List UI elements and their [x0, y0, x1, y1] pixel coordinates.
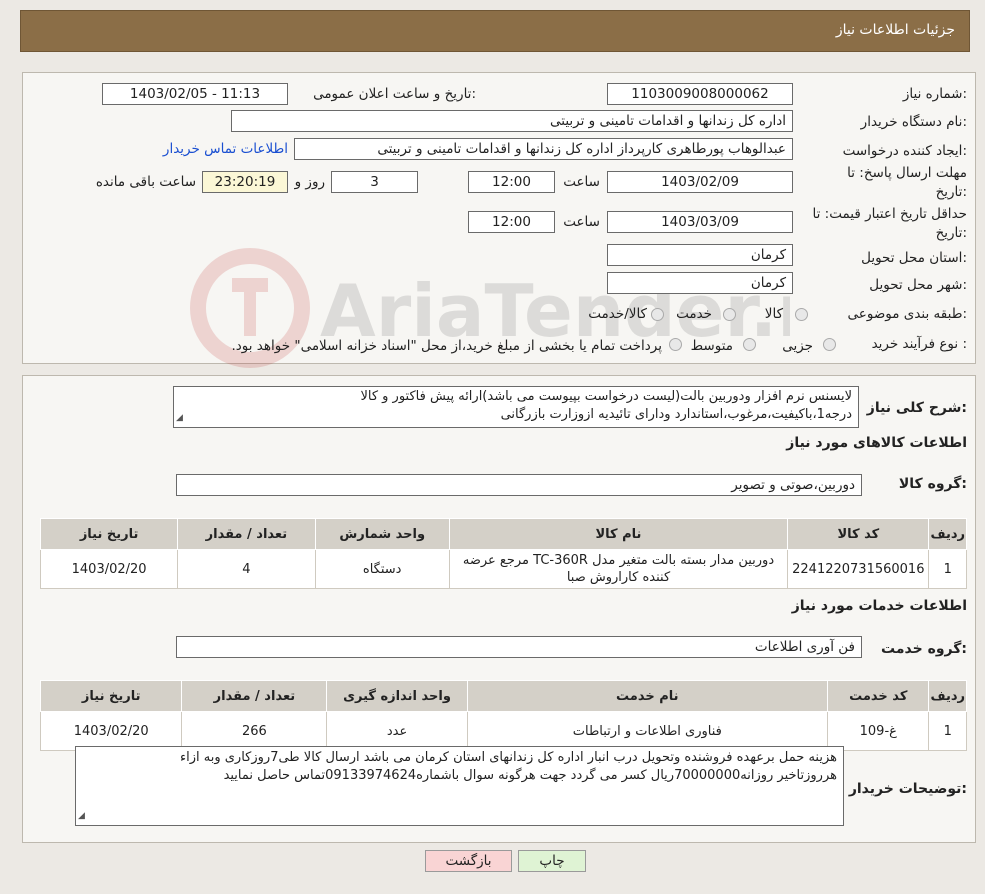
- description-textarea[interactable]: لایسنس نرم افزار ودوربین بالت(لیست درخوا…: [173, 386, 859, 428]
- need-number-label: شماره نیاز:: [902, 86, 967, 102]
- deadline-time-label: ساعت: [563, 174, 600, 190]
- table-row: 1 2241220731560016 دوربین مدار بسته بالت…: [39, 549, 967, 589]
- process-note: پرداخت تمام یا بخشی از مبلغ خرید،از محل …: [231, 338, 662, 354]
- services-cell-date: 1403/02/20: [39, 711, 183, 751]
- city-label: شهر محل تحویل:: [869, 277, 967, 293]
- process-radio-medium[interactable]: [743, 338, 756, 351]
- page-title: جزئیات اطلاعات نیاز: [835, 22, 955, 38]
- goods-cell-date: 1403/02/20: [39, 549, 179, 589]
- goods-group-field: دوربین،صوتی و تصویر: [176, 474, 862, 496]
- need-number-field: 1103009008000062: [607, 83, 793, 105]
- services-col-date: تاریخ نیاز: [39, 680, 183, 712]
- category-label: طبقه بندی موضوعی:: [847, 306, 967, 322]
- description-line-2: درجه1،باکیفیت،مرغوب،استاندارد ودارای تائ…: [500, 407, 852, 422]
- announce-field: 1403/02/05 - 11:13: [102, 83, 288, 105]
- buyer-notes-line-1: هزینه حمل برعهده فروشنده وتحویل درب انبا…: [180, 750, 837, 765]
- buyer-contact-link[interactable]: اطلاعات تماس خریدار: [163, 141, 288, 157]
- deadline-label-date: تاریخ:: [935, 184, 967, 200]
- goods-col-date: تاریخ نیاز: [39, 518, 179, 550]
- goods-col-name: نام کالا: [448, 518, 789, 550]
- services-cell-name: فناوری اطلاعات و ارتباطات: [466, 711, 829, 751]
- services-cell-qty: 266: [181, 711, 328, 751]
- announce-label: تاریخ و ساعت اعلان عمومی:: [313, 86, 476, 102]
- validity-time-field: 12:00: [468, 211, 555, 233]
- province-field: کرمان: [607, 244, 793, 266]
- goods-col-unit: واحد شمارش: [314, 518, 450, 550]
- resize-grip-icon[interactable]: ◢: [78, 807, 85, 825]
- services-col-name: نام خدمت: [466, 680, 829, 712]
- goods-group-label: گروه کالا:: [898, 476, 967, 492]
- process-option-medium: متوسط: [690, 338, 733, 354]
- print-button[interactable]: چاپ: [518, 850, 586, 872]
- goods-section-title: اطلاعات کالاهای مورد نیاز: [786, 435, 967, 451]
- province-label: استان محل تحویل:: [861, 250, 967, 266]
- validity-label-date: تاریخ:: [935, 225, 967, 241]
- category-radio-service[interactable]: [723, 308, 736, 321]
- goods-table: ردیف کد کالا نام کالا واحد شمارش تعداد /…: [39, 518, 967, 589]
- goods-col-qty: تعداد / مقدار: [177, 518, 316, 550]
- resize-grip-icon[interactable]: ◢: [176, 409, 183, 427]
- goods-cell-row: 1: [928, 549, 967, 589]
- buyer-notes-label: توضیحات خریدار:: [848, 781, 967, 797]
- creator-field: عبدالوهاب پورطاهری کارپرداز اداره کل زند…: [294, 138, 793, 160]
- deadline-time-field: 12:00: [468, 171, 555, 193]
- services-group-field: فن آوری اطلاعات: [176, 636, 862, 658]
- creator-label: ایجاد کننده درخواست:: [842, 143, 967, 159]
- remaining-time-field: 23:20:19: [202, 171, 288, 193]
- goods-cell-unit: دستگاه: [314, 549, 450, 589]
- category-option-goods: کالا: [764, 306, 783, 322]
- buyer-notes-textarea[interactable]: هزینه حمل برعهده فروشنده وتحویل درب انبا…: [75, 746, 844, 826]
- buyer-notes-line-2: هرروزتاخیر روزانه70000000ریال کسر می گرد…: [223, 768, 837, 783]
- process-radio-treasury[interactable]: [669, 338, 682, 351]
- process-radio-minor[interactable]: [823, 338, 836, 351]
- services-cell-unit: عدد: [326, 711, 468, 751]
- services-table-header: ردیف کد خدمت نام خدمت واحد اندازه گیری ت…: [39, 680, 967, 712]
- goods-col-code: کد کالا: [787, 518, 930, 550]
- description-label: شرح کلی نیاز:: [866, 400, 967, 416]
- services-col-unit: واحد اندازه گیری: [326, 680, 468, 712]
- services-cell-code: غ-109: [827, 711, 930, 751]
- goods-cell-code: 2241220731560016: [787, 549, 930, 589]
- days-label: روز و: [294, 174, 325, 190]
- goods-cell-name: دوربین مدار بسته بالت متغیر مدل TC-360R …: [448, 549, 789, 589]
- description-line-1: لایسنس نرم افزار ودوربین بالت(لیست درخوا…: [360, 389, 852, 404]
- process-label: نوع فرآیند خرید :: [871, 336, 967, 352]
- days-field: 3: [331, 171, 418, 193]
- validity-date-field: 1403/03/09: [607, 211, 793, 233]
- goods-cell-qty: 4: [177, 549, 316, 589]
- services-section-title: اطلاعات خدمات مورد نیاز: [791, 598, 967, 614]
- process-option-minor: جزیی: [782, 338, 813, 354]
- page-header: جزئیات اطلاعات نیاز: [20, 10, 970, 52]
- buyer-org-field: اداره کل زندانها و اقدامات تامینی و تربی…: [231, 110, 793, 132]
- table-row: 1 غ-109 فناوری اطلاعات و ارتباطات عدد 26…: [39, 711, 967, 751]
- services-col-code: کد خدمت: [827, 680, 930, 712]
- services-cell-row: 1: [928, 711, 967, 751]
- services-col-row: ردیف: [928, 680, 967, 712]
- goods-col-row: ردیف: [928, 518, 967, 550]
- buyer-org-label: نام دستگاه خریدار:: [860, 114, 967, 130]
- category-radio-both[interactable]: [651, 308, 664, 321]
- deadline-label: مهلت ارسال پاسخ: تا: [847, 165, 967, 181]
- validity-time-label: ساعت: [563, 214, 600, 230]
- goods-table-header: ردیف کد کالا نام کالا واحد شمارش تعداد /…: [39, 518, 967, 550]
- category-radio-goods[interactable]: [795, 308, 808, 321]
- services-col-qty: تعداد / مقدار: [181, 680, 328, 712]
- services-group-label: گروه خدمت:: [881, 641, 967, 657]
- category-option-service: خدمت: [676, 306, 712, 322]
- services-table: ردیف کد خدمت نام خدمت واحد اندازه گیری ت…: [39, 680, 967, 751]
- deadline-date-field: 1403/02/09: [607, 171, 793, 193]
- remaining-label: ساعت باقی مانده: [95, 174, 196, 190]
- validity-label: حداقل تاریخ اعتبار قیمت: تا: [812, 206, 967, 222]
- category-option-both: کالا/خدمت: [588, 306, 647, 322]
- city-field: کرمان: [607, 272, 793, 294]
- back-button[interactable]: بازگشت: [425, 850, 512, 872]
